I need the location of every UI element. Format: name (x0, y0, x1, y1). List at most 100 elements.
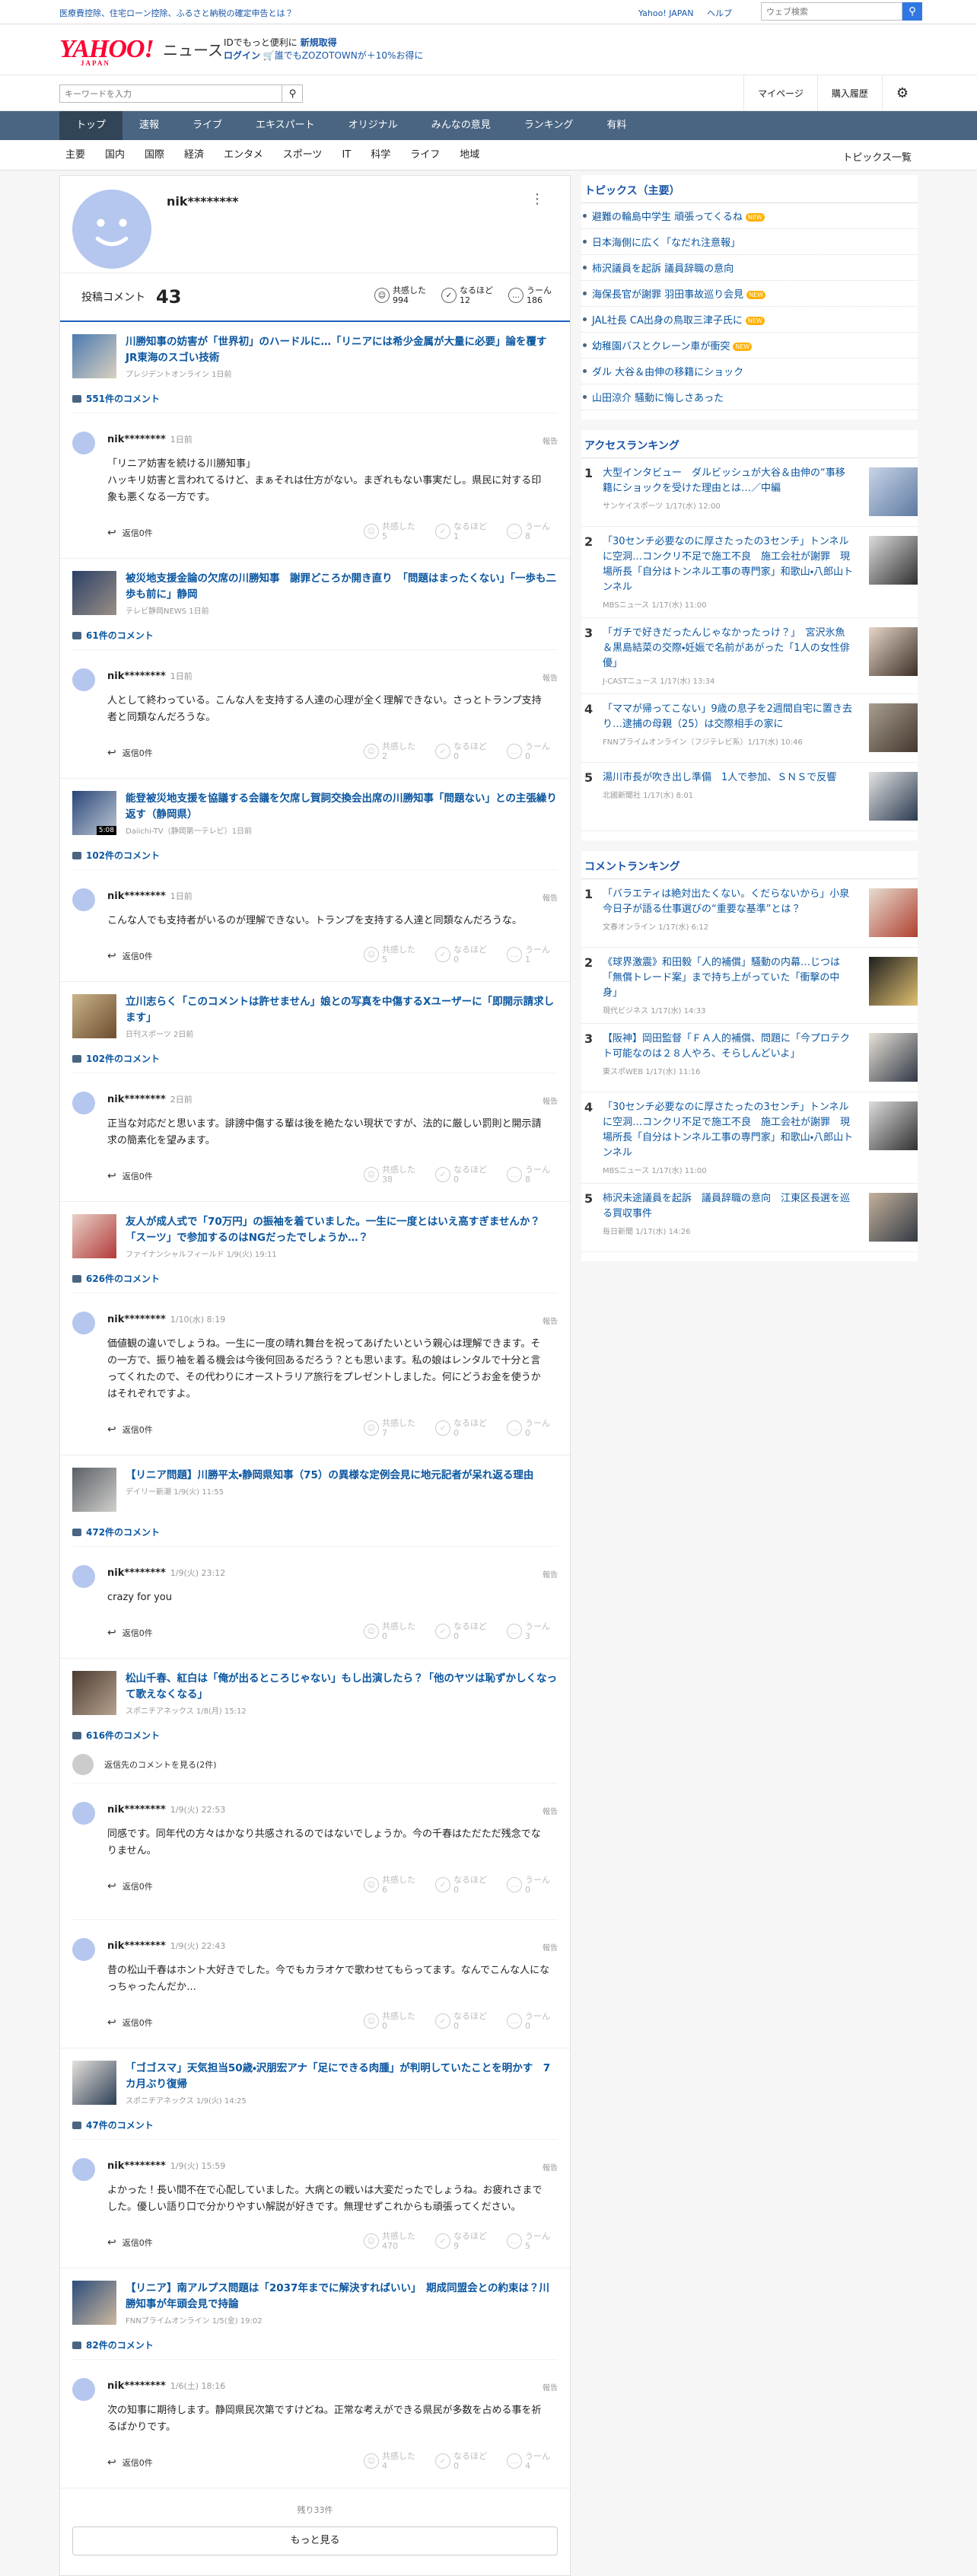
reaction-nod[interactable]: ✓ なるほど 0 (435, 741, 487, 761)
comment-user[interactable]: nik******** (107, 1940, 166, 1952)
article-title[interactable]: 能登被災地支援を協議する会議を欠席し賀詞交換会出席の川勝知事「問題ない」との主張… (126, 791, 558, 823)
reply-button[interactable]: ↩ 返信 0件 (107, 1423, 153, 1436)
nav-breaking[interactable]: 速報 (123, 111, 176, 140)
category-it[interactable]: IT (342, 140, 363, 171)
reaction-nod[interactable]: ✓ なるほど 9 (435, 2231, 487, 2251)
reply-button[interactable]: ↩ 返信 0件 (107, 1627, 153, 1639)
yahoo-japan-link[interactable]: Yahoo! JAPAN (638, 8, 694, 18)
reaction-agree[interactable]: ☺ 共感した 4 (364, 2451, 415, 2471)
report-link[interactable]: 報告 (543, 1941, 558, 1953)
comment-count-link[interactable]: 102件のコメント (72, 849, 558, 862)
report-link[interactable]: 報告 (543, 1095, 558, 1106)
category-world[interactable]: 国際 (145, 140, 177, 171)
reaction-nod[interactable]: ✓ なるほど 0 (435, 2451, 487, 2471)
reaction-hmm[interactable]: … うーん 1 (507, 945, 550, 964)
ranking-item[interactable]: 5 柿沢未途議員を起訴 議員辞職の意向 江東区長選を巡る買収事件 毎日新聞 1/17… (581, 1184, 918, 1252)
article-link[interactable]: 5:08 能登被災地支援を協議する会議を欠席し賀詞交換会出席の川勝知事「問題ない」… (72, 791, 558, 838)
article-thumbnail[interactable] (72, 571, 116, 615)
purchase-history-link[interactable]: 購入履歴 (816, 75, 882, 110)
help-link[interactable]: ヘルプ (707, 8, 732, 18)
category-life[interactable]: ライフ (410, 140, 452, 171)
ranking-thumbnail[interactable] (869, 1033, 918, 1082)
article-thumbnail[interactable] (72, 994, 116, 1038)
article-link[interactable]: 友人が成人式で「70万円」の振袖を着ていました。一生に一度とはいえ高すぎませんか… (72, 1214, 558, 1261)
article-title[interactable]: 被災地支援金論の欠席の川勝知事 謝罪どころか開き直り 「問題はまったくない」「一… (126, 571, 558, 603)
comment-user[interactable]: nik******** (107, 1804, 166, 1816)
article-title[interactable]: 【リニア問題】川勝平太・静岡県知事（75）の異様な定例会見に地元記者が呆れ返る理… (126, 1468, 533, 1484)
comment-user[interactable]: nik******** (107, 1314, 166, 1325)
ranking-item[interactable]: 1 大型インタビュー ダルビッシュが大谷＆由伸の“事移籍にショックを受けた理由とは… (581, 458, 918, 527)
article-link[interactable]: 【リニア】南アルプス問題は「2037年までに解決すればいい」 期成同盟会との約束… (72, 2281, 558, 2328)
yahoo-logo[interactable]: YAHOO! JAPAN (59, 35, 154, 67)
register-link[interactable]: 新規取得 (301, 37, 337, 48)
comment-user[interactable]: nik******** (107, 1094, 166, 1105)
ranking-item[interactable]: 4 「ママが帰ってこない」9歳の息子を2週間自宅に置き去り…逮捕の母親（25）は交… (581, 694, 918, 763)
reply-button[interactable]: ↩ 返信 0件 (107, 2016, 153, 2029)
comment-user[interactable]: nik******** (107, 891, 166, 902)
ranking-item[interactable]: 1 「バラエティは絶対出たくない。くだらないから」小泉今日子が語る仕事選びの“重要… (581, 879, 918, 948)
ranking-thumbnail[interactable] (869, 703, 918, 752)
comment-count-link[interactable]: 616件のコメント (72, 1729, 558, 1742)
ranking-thumbnail[interactable] (869, 888, 918, 937)
topic-item[interactable]: 柿沢議員を起訴 議員辞職の意向 (581, 255, 918, 281)
reaction-hmm[interactable]: … うーん 0 (507, 1418, 550, 1438)
category-economy[interactable]: 経済 (184, 140, 216, 171)
comment-count-link[interactable]: 551件のコメント (72, 392, 558, 405)
topic-item[interactable]: ダル 大谷＆由伸の移籍にショック (581, 359, 918, 384)
ranking-item[interactable]: 2 《球界激震》和田毅「人的補償」騒動の内幕…じつは「無償トレード案」まで持ち上が… (581, 948, 918, 1024)
comment-user[interactable]: nik******** (107, 2380, 166, 2392)
article-thumbnail[interactable] (72, 2061, 116, 2105)
report-link[interactable]: 報告 (543, 1568, 558, 1580)
reaction-agree[interactable]: ☺ 共感した 6 (364, 1875, 415, 1895)
article-link[interactable]: 【リニア問題】川勝平太・静岡県知事（75）の異様な定例会見に地元記者が呆れ返る理… (72, 1468, 558, 1515)
reply-button[interactable]: ↩ 返信 0件 (107, 747, 153, 759)
zozo-promo-link[interactable]: 誰でもZOZOTOWNが＋10%お得に (275, 50, 424, 61)
reaction-nod[interactable]: ✓ なるほど 0 (435, 945, 487, 964)
ranking-thumbnail[interactable] (869, 1101, 918, 1150)
reaction-nod[interactable]: ✓ なるほど 0 (435, 1418, 487, 1438)
reaction-nod[interactable]: ✓ なるほど 1 (435, 521, 487, 541)
article-title[interactable]: 松山千春、紅白は「俺が出るところじゃない」もし出演したら？「他のヤツは恥ずかしく… (126, 1671, 558, 1703)
report-link[interactable]: 報告 (543, 1805, 558, 1816)
nav-top[interactable]: トップ (59, 111, 123, 140)
comment-user[interactable]: nik******** (107, 671, 166, 682)
topic-item[interactable]: 幼稚園バスとクレーン車が衝突 NEW (581, 333, 918, 359)
ranking-thumbnail[interactable] (869, 1193, 918, 1242)
report-link[interactable]: 報告 (543, 1315, 558, 1326)
keyword-search-button[interactable]: ⚲ (282, 84, 303, 103)
report-link[interactable]: 報告 (543, 671, 558, 683)
report-link[interactable]: 報告 (543, 2381, 558, 2393)
comment-count-link[interactable]: 472件のコメント (72, 1526, 558, 1538)
reaction-hmm[interactable]: … うーん 3 (507, 1621, 550, 1641)
reaction-agree[interactable]: ☺ 共感した 7 (364, 1418, 415, 1438)
ranking-title[interactable]: 「ガチで好きだったんじゃなかったっけ？」 宮沢氷魚＆黒島結菜の交際・妊娠で名前が… (603, 626, 854, 671)
category-local[interactable]: 地域 (460, 140, 492, 171)
topic-item[interactable]: 日本海側に広く「なだれ注意報」 (581, 229, 918, 255)
category-sports[interactable]: スポーツ (283, 140, 335, 171)
ranking-thumbnail[interactable] (869, 536, 918, 585)
reaction-agree[interactable]: ☺ 共感した 5 (364, 521, 415, 541)
reaction-agree[interactable]: ☺ 共感した 470 (364, 2231, 415, 2251)
reply-button[interactable]: ↩ 返信 0件 (107, 950, 153, 962)
nav-live[interactable]: ライブ (176, 111, 239, 140)
article-thumbnail[interactable] (72, 2281, 116, 2325)
nav-ranking[interactable]: ランキング (508, 111, 590, 140)
ranking-title[interactable]: 「30センチ必要なのに厚さたったの3センチ」トンネルに空洞…コンクリ不足で施工不… (603, 534, 854, 595)
login-link[interactable]: ログイン (224, 50, 260, 61)
view-replies-link[interactable]: 返信先のコメントを見る(2件) (72, 1754, 558, 1775)
reaction-hmm[interactable]: … うーん 4 (507, 2451, 550, 2471)
category-entertainment[interactable]: エンタメ (224, 140, 275, 171)
reaction-hmm[interactable]: … うーん 0 (507, 1875, 550, 1895)
settings-button[interactable]: ⚙ (881, 75, 922, 110)
reaction-nod[interactable]: ✓ なるほど 0 (435, 1875, 487, 1895)
article-thumbnail[interactable] (72, 1671, 116, 1715)
category-main[interactable]: 主要 (65, 140, 97, 171)
ranking-item[interactable]: 3 【阪神】岡田監督「ＦＡ人的補償、問題に「今プロテクト可能なのは２８人やろ、そら… (581, 1024, 918, 1092)
topic-item[interactable]: 山田涼介 騒動に悔しさあった (581, 384, 918, 410)
nav-original[interactable]: オリジナル (332, 111, 415, 140)
ranking-item[interactable]: 3 「ガチで好きだったんじゃなかったっけ？」 宮沢氷魚＆黒島結菜の交際・妊娠で名前… (581, 618, 918, 694)
ranking-title[interactable]: 「30センチ必要なのに厚さたったの3センチ」トンネルに空洞…コンクリ不足で施工不… (603, 1100, 854, 1161)
comment-count-link[interactable]: 82件のコメント (72, 2338, 558, 2351)
comment-count-link[interactable]: 626件のコメント (72, 1272, 558, 1285)
article-link[interactable]: 川勝知事の妨害が「世界初」のハードルに…「リニアには希少金属が大量に必要」論を覆… (72, 334, 558, 381)
